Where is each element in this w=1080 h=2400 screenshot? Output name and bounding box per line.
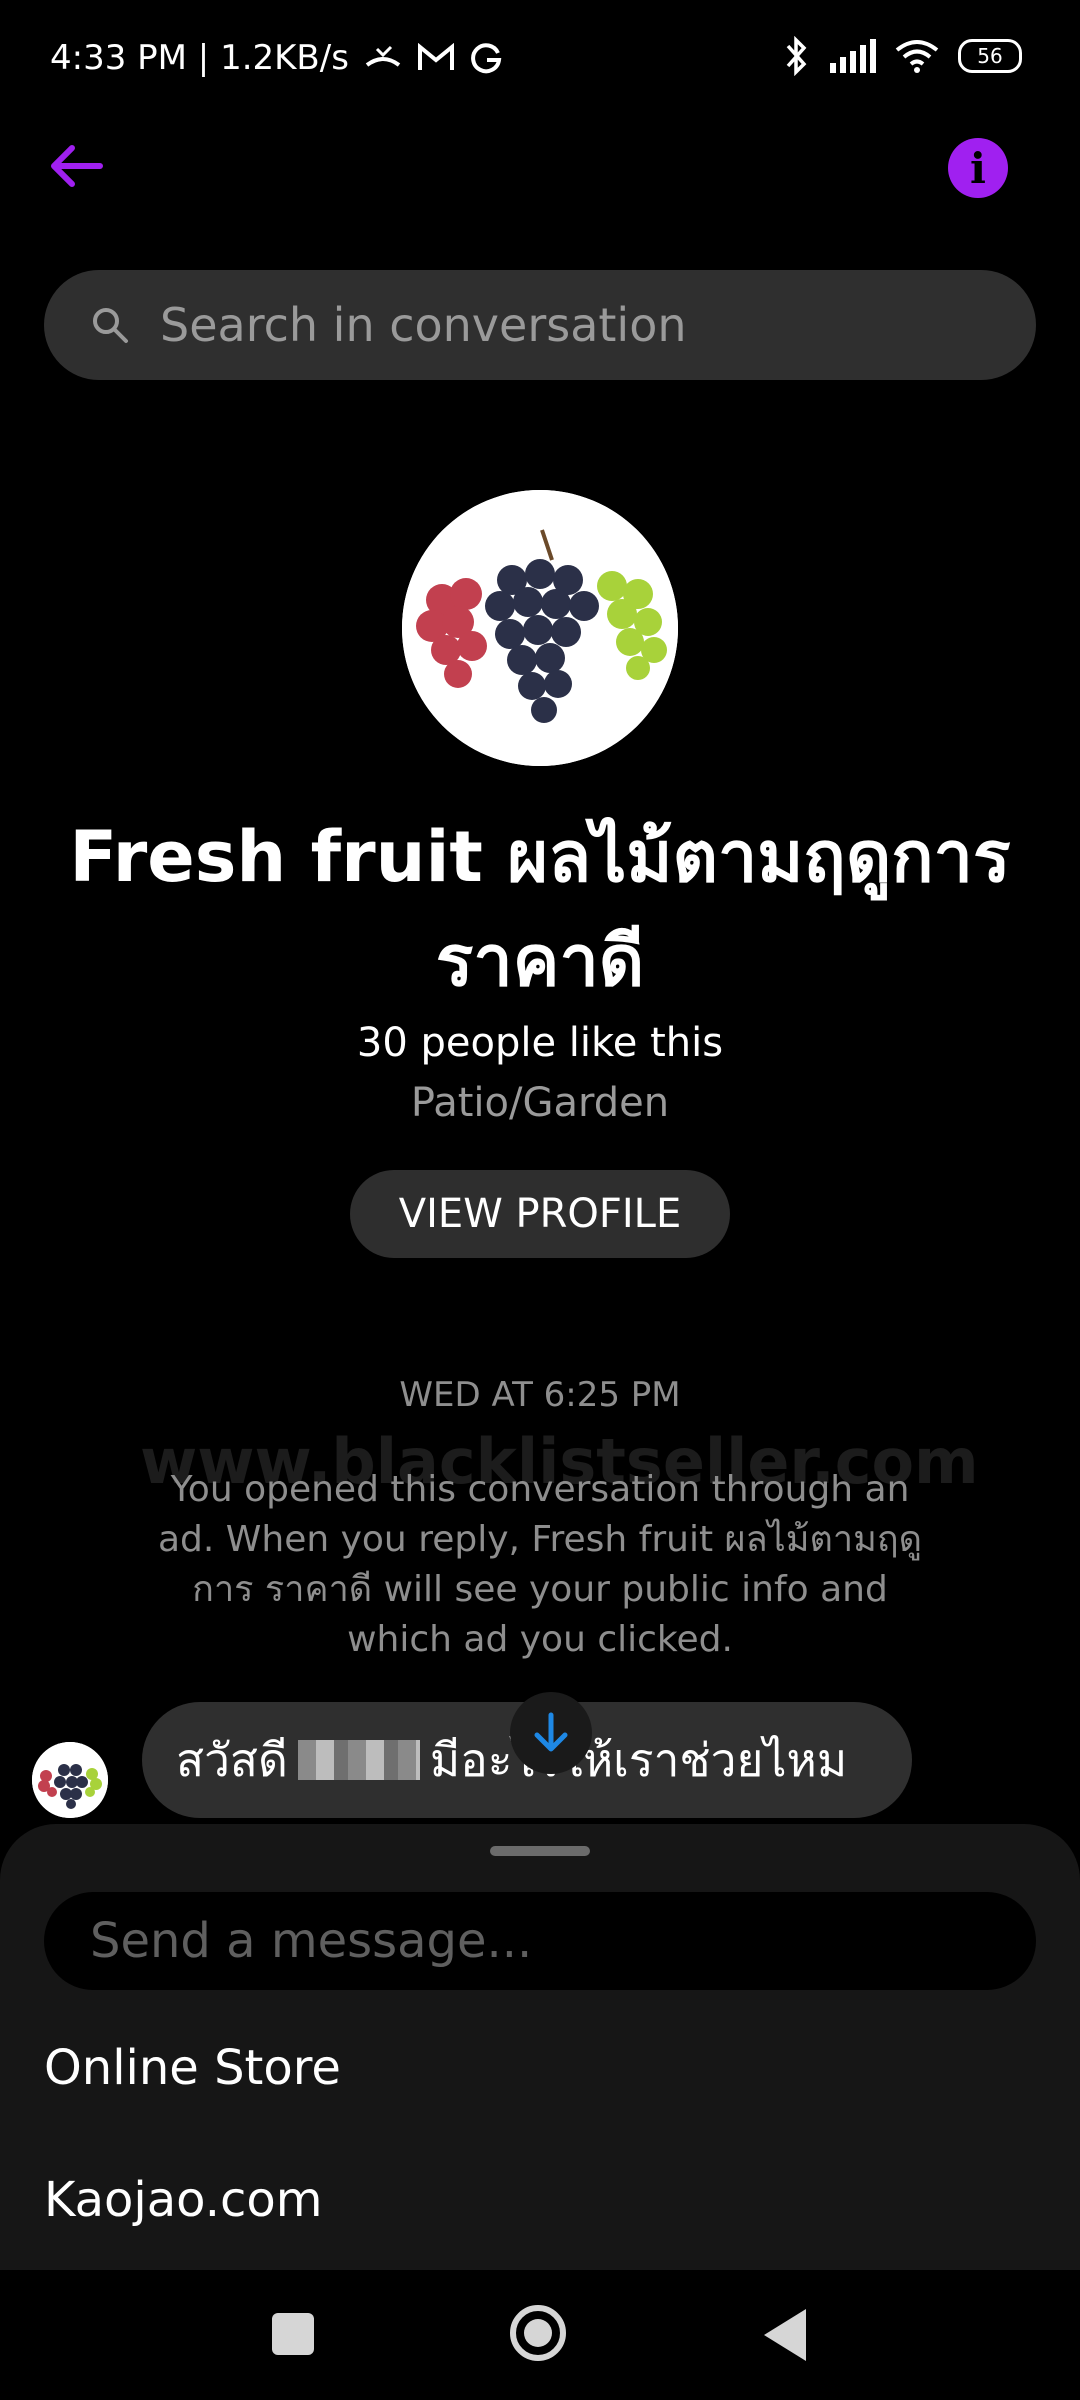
message-text-end: มีอะไรให้เราช่วยไหม bbox=[429, 1732, 848, 1787]
info-icon: i bbox=[970, 143, 986, 193]
search-bar[interactable] bbox=[44, 270, 1036, 380]
search-input[interactable] bbox=[158, 297, 982, 353]
message-input[interactable] bbox=[88, 1912, 992, 1970]
gmail-icon bbox=[417, 43, 454, 70]
scroll-to-bottom-button[interactable] bbox=[510, 1692, 592, 1774]
wifi-icon bbox=[895, 40, 939, 73]
battery-indicator: 56 bbox=[958, 39, 1022, 73]
message-timestamp: WED AT 6:25 PM bbox=[399, 1375, 681, 1415]
home-button[interactable] bbox=[510, 2305, 566, 2361]
message-composer[interactable] bbox=[44, 1892, 1036, 1990]
bluetooth-icon bbox=[786, 36, 807, 76]
status-bar: 4:33 PM | 1.2KB/s 56 bbox=[0, 0, 1080, 120]
grapes-image bbox=[402, 490, 678, 766]
redacted-name bbox=[297, 1740, 420, 1780]
status-right: 56 bbox=[784, 36, 1022, 76]
ad-notice: You opened this conversation through an … bbox=[157, 1469, 922, 1660]
missed-call-icon bbox=[365, 45, 401, 67]
signal-icon bbox=[830, 39, 876, 73]
quick-reply-online-store[interactable]: Online Store bbox=[44, 2040, 341, 2096]
sheet-drag-handle[interactable] bbox=[490, 1846, 590, 1856]
quick-reply-kaojao[interactable]: Kaojao.com bbox=[44, 2172, 322, 2228]
back-nav-button[interactable] bbox=[764, 2309, 806, 2361]
page-category: Patio/Garden bbox=[410, 1080, 670, 1126]
page-avatar[interactable] bbox=[402, 490, 678, 766]
arrow-left-icon bbox=[51, 145, 103, 187]
sender-avatar[interactable] bbox=[32, 1742, 108, 1818]
recents-button[interactable] bbox=[272, 2313, 314, 2355]
view-profile-button[interactable]: VIEW PROFILE bbox=[350, 1170, 730, 1258]
arrow-down-icon bbox=[534, 1712, 568, 1752]
likes-count: 30 people like this bbox=[356, 1020, 724, 1066]
grapes-thumbnail bbox=[32, 1742, 108, 1818]
message-text-start: สวัสดี bbox=[176, 1732, 288, 1787]
status-time: 4:33 PM | 1.2KB/s bbox=[50, 38, 349, 78]
search-icon bbox=[93, 308, 128, 343]
back-button[interactable] bbox=[40, 130, 112, 202]
info-button[interactable]: i bbox=[948, 138, 1008, 198]
page-title: Fresh fruit ผลไม้ตามฤดูการ ราคาดี bbox=[69, 816, 1011, 1002]
home-icon bbox=[524, 2319, 552, 2347]
google-icon bbox=[471, 43, 502, 74]
status-left: 4:33 PM | 1.2KB/s bbox=[50, 38, 503, 78]
